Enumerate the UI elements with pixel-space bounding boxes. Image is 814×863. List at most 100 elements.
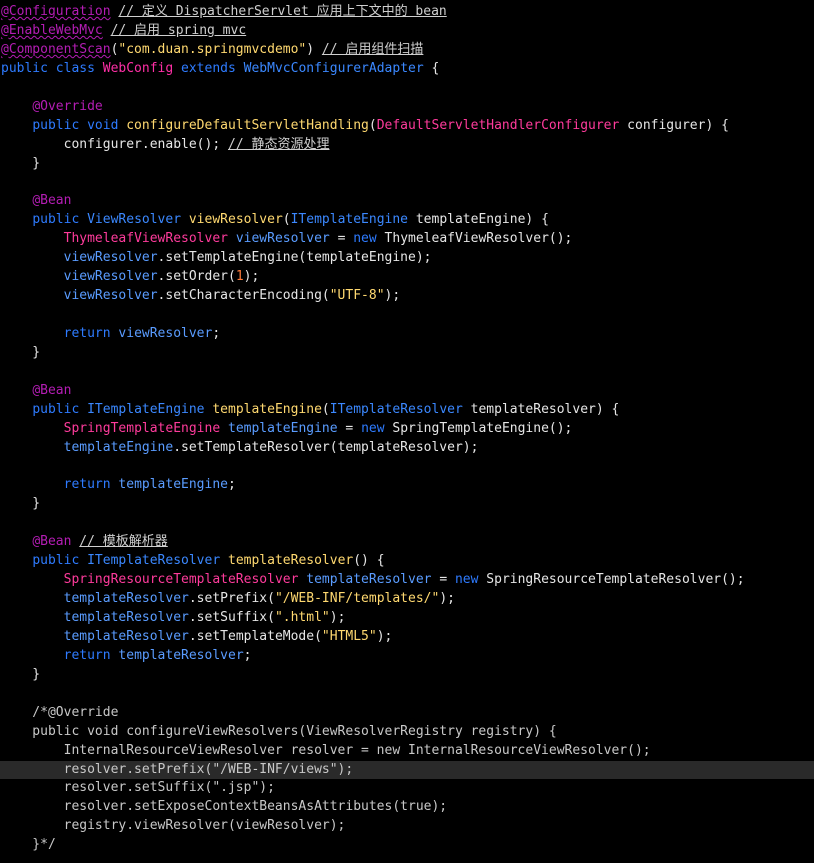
code-line[interactable]: } [0,344,814,363]
code-token: ITemplateEngine [87,401,205,417]
code-line[interactable]: @EnableWebMvc // 启用 spring mvc [0,22,814,41]
code-token: public class [1,60,103,76]
code-token: ); [376,628,393,644]
code-line[interactable] [0,306,814,325]
code-line[interactable]: viewResolver.setCharacterEncoding("UTF-8… [0,287,814,306]
code-line[interactable]: } [0,155,814,174]
code-token: templateResolver [63,591,189,607]
code-token: @EnableWebMvc [1,22,103,38]
code-token: return [63,477,111,493]
code-text-area[interactable]: @Configuration // 定义 DispatcherServlet 应… [0,3,814,855]
code-token: SpringTemplateEngine [63,420,221,436]
code-token: .setCharacterEncoding( [157,288,330,304]
code-token: resolver.setExposeContextBeansAsAttribut… [1,799,448,815]
code-line[interactable]: return templateResolver; [0,647,814,666]
code-line[interactable]: @ComponentScan("com.duan.springmvcdemo")… [0,41,814,60]
code-token: // 模板解析器 [79,534,168,550]
code-line[interactable]: public class WebConfig extends WebMvcCon… [0,60,814,79]
code-line[interactable]: return templateEngine; [0,476,814,495]
code-line[interactable] [0,173,814,192]
code-line[interactable]: resolver.setPrefix("/WEB-INF/views"); [0,760,814,780]
code-token: extends [173,60,244,76]
code-line[interactable]: }*/ [0,836,814,855]
code-line[interactable] [0,685,814,704]
code-line[interactable]: @Bean [0,192,814,211]
code-token: } [1,344,41,360]
code-line[interactable]: templateResolver.setSuffix(".html"); [0,609,814,628]
code-line[interactable]: resolver.setExposeContextBeansAsAttribut… [0,798,814,817]
code-line[interactable]: public ViewResolver viewResolver(ITempla… [0,211,814,230]
code-token: enable(); [149,136,228,152]
code-line[interactable]: templateEngine.setTemplateResolver(templ… [0,439,814,458]
code-line[interactable]: SpringResourceTemplateResolver templateR… [0,571,814,590]
code-token: viewResolver [63,269,158,285]
code-line[interactable]: } [0,495,814,514]
code-token: ); [329,610,346,625]
code-token: // 启用组件扫描 [321,41,424,57]
code-token: } [1,666,41,682]
code-line[interactable]: } [0,666,814,685]
code-token: templateEngine [220,420,338,436]
code-line[interactable]: @Configuration // 定义 DispatcherServlet 应… [0,3,814,22]
code-token: return [63,325,111,341]
code-token: templateEngine [110,477,228,493]
code-line[interactable]: /*@Override [0,704,814,723]
code-token: templateEngine [212,401,322,417]
code-token: ( [368,117,377,133]
code-token: @Bean [32,193,72,209]
code-token: new [353,231,377,247]
code-token: public void [32,117,127,133]
code-line[interactable]: viewResolver.setOrder(1); [0,268,814,287]
code-token: templateResolver [63,610,189,625]
code-token: resolver.setPrefix("/WEB-INF/views"); [1,761,354,777]
code-token: new [454,572,479,588]
code-line[interactable]: resolver.setSuffix(".jsp"); [0,779,814,798]
code-line[interactable]: templateResolver.setPrefix("/WEB-INF/tem… [0,590,814,609]
code-token: public [32,401,88,417]
code-token: // 定义 DispatcherServlet 应用上下文中的 bean [118,4,447,19]
code-line[interactable]: @Bean [0,382,814,401]
code-token: viewResolver [63,288,158,304]
code-line[interactable]: InternalResourceViewResolver resolver = … [0,742,814,761]
code-line[interactable]: viewResolver.setTemplateEngine(templateE… [0,249,814,268]
code-token: templateEngine [408,212,526,228]
code-token: ; [212,325,221,341]
code-line[interactable]: ThymeleafViewResolver viewResolver = new… [0,230,814,249]
code-token: ( [282,212,291,228]
code-line[interactable]: public ITemplateEngine templateEngine(IT… [0,401,814,420]
code-token: ; [243,647,252,663]
code-line[interactable] [0,514,814,533]
code-token: @Configuration [1,4,111,19]
code-line[interactable]: public ITemplateResolver templateResolve… [0,552,814,571]
code-line[interactable] [0,363,814,382]
code-token: SpringResourceTemplateResolver [63,572,299,588]
code-editor[interactable]: @Configuration // 定义 DispatcherServlet 应… [0,0,814,863]
code-line[interactable]: registry.viewResolver(viewResolver); [0,817,814,836]
code-token: }*/ [1,837,56,853]
code-token: "HTML5" [321,628,377,644]
code-line[interactable]: public void configureViewResolvers(ViewR… [0,723,814,742]
code-line[interactable]: return viewResolver; [0,325,814,344]
code-line[interactable]: @Override [0,98,814,117]
code-line[interactable] [0,458,814,477]
code-token: "/WEB-INF/templates/" [274,591,440,607]
code-line[interactable]: @Bean // 模板解析器 [0,533,814,552]
code-token: @ComponentScan [1,41,111,57]
code-line[interactable]: SpringTemplateEngine templateEngine = ne… [0,420,814,439]
code-line[interactable] [0,79,814,98]
code-line[interactable]: configurer.enable(); // 静态资源处理 [0,136,814,155]
code-line[interactable]: public void configureDefaultServletHandl… [0,117,814,136]
code-token: // 静态资源处理 [228,136,330,152]
code-token: templateEngine [63,439,174,455]
code-token: // 启用 spring mvc [110,22,247,38]
code-line[interactable]: templateResolver.setTemplateMode("HTML5"… [0,628,814,647]
